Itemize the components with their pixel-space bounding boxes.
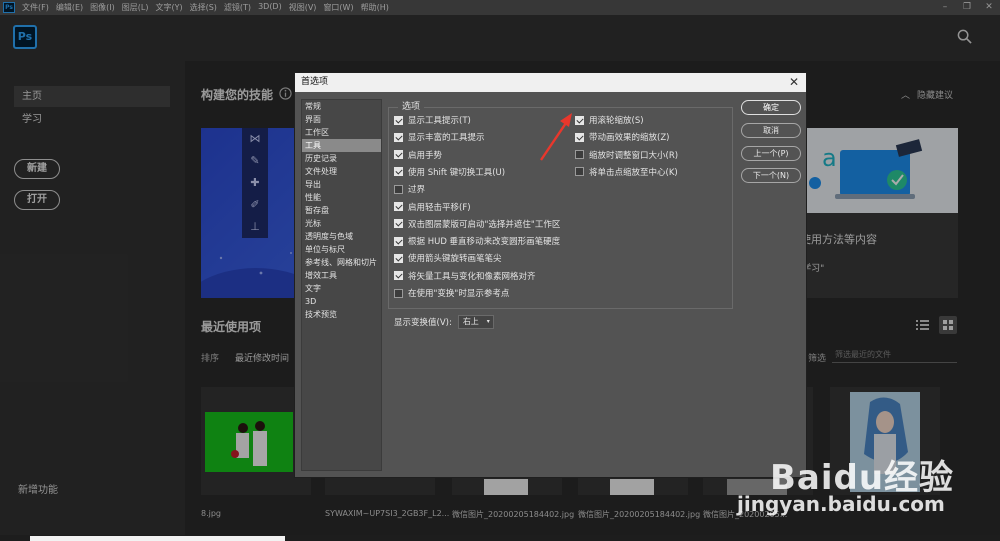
option-checkbox-row[interactable]: 使用箭头键旋转画笔笔尖 [394,252,502,264]
category-item[interactable]: 暂存盘 [302,204,381,217]
watermark-url: jingyan.baidu.com [737,492,945,516]
dialog-title: 首选项 [301,77,329,87]
option-checkbox-row[interactable]: 带动画效果的缩放(Z) [575,131,669,143]
dialog-titlebar: 首选项 ✕ [295,73,806,92]
checkbox-checked-icon[interactable] [575,132,584,142]
option-label: 带动画效果的缩放(Z) [589,133,670,144]
category-item[interactable]: 常规 [302,100,381,113]
option-label: 使用 Shift 键切换工具(U) [408,167,506,178]
option-label: 缩放时调整窗口大小(R) [589,150,679,161]
category-item[interactable]: 参考线、网格和切片 [302,256,381,269]
option-label: 显示工具提示(T) [408,116,471,126]
checkbox-unchecked-icon[interactable] [394,184,403,194]
category-item[interactable]: 工具 [302,139,381,152]
option-checkbox-row[interactable]: 使用 Shift 键切换工具(U) [394,166,505,178]
option-checkbox-row[interactable]: 用滚轮缩放(S) [575,114,644,126]
option-label: 用滚轮缩放(S) [589,116,644,126]
taskbar-item [30,536,285,541]
option-checkbox-row[interactable]: 根据 HUD 垂直移动来改变圆形画笔硬度 [394,235,560,247]
cancel-button[interactable]: 取消 [741,123,801,138]
category-item[interactable]: 技术预览 [302,308,381,321]
option-checkbox-row[interactable]: 启用轻击平移(F) [394,201,471,213]
category-item[interactable]: 历史记录 [302,152,381,165]
checkbox-checked-icon[interactable] [394,271,403,281]
option-label: 显示丰富的工具提示 [408,133,485,144]
category-item[interactable]: 界面 [302,113,381,126]
transform-value: 右上 [462,317,479,326]
checkbox-checked-icon[interactable] [394,167,403,177]
close-icon[interactable]: ✕ [789,73,799,92]
option-label: 在使用"变换"时显示参考点 [408,289,510,299]
baidu-watermark: Baidu经验 jingyan.baidu.com [725,440,985,525]
category-item[interactable]: 性能 [302,191,381,204]
photoshop-window: Ps 文件(F) 编辑(E) 图像(I) 图层(L) 文字(Y) 选择(S) 滤镜(T) 3D… [0,0,1000,541]
category-list: 常规 界面 工作区 工具 历史记录 文件处理 导出 性能 暂存盘 光标 透明度与色域 单位与标尺 参考线… [301,99,382,471]
checkbox-checked-icon[interactable] [394,202,403,211]
prev-button[interactable]: 上一个(P) [741,146,801,161]
option-label: 启用手势 [408,150,443,161]
option-label: 将矢量工具与变化和像素网格对齐 [408,271,536,282]
option-checkbox-row[interactable]: 过界 [394,183,425,195]
checkbox-unchecked-icon[interactable] [575,150,584,160]
category-item[interactable]: 文件处理 [302,165,381,178]
category-item[interactable]: 单位与标尺 [302,243,381,256]
option-checkbox-row[interactable]: 将单击点缩放至中心(K) [575,166,678,178]
checkbox-checked-icon[interactable] [394,236,403,246]
chevron-down-icon: ▾ [486,318,490,325]
next-button[interactable]: 下一个(N) [741,168,801,183]
checkbox-checked-icon[interactable] [394,253,403,263]
option-checkbox-row[interactable]: 显示丰富的工具提示 [394,131,485,143]
checkbox-unchecked-icon[interactable] [575,167,584,177]
option-checkbox-row[interactable]: 将矢量工具与变化和像素网格对齐 [394,270,536,282]
checkbox-unchecked-icon[interactable] [394,288,403,298]
category-item[interactable]: 透明度与色域 [302,230,381,243]
option-label: 根据 HUD 垂直移动来改变圆形画笔硬度 [408,237,561,248]
option-label: 将单击点缩放至中心(K) [589,167,678,178]
checkbox-checked-icon[interactable] [394,150,403,160]
checkbox-checked-icon[interactable] [575,115,584,125]
category-item[interactable]: 3D [302,295,381,308]
option-label: 过界 [408,185,426,196]
option-label: 使用箭头键旋转画笔笔尖 [408,254,502,265]
transform-values-row: 显示变换值(V): 右上 ▾ [394,315,494,329]
category-item[interactable]: 工作区 [302,126,381,139]
taskbar-strip [0,535,1000,541]
category-item[interactable]: 增效工具 [302,269,381,282]
preferences-dialog: 首选项 ✕ 常规 界面 工作区 工具 历史记录 文件处理 导出 性能 暂存盘 光标 透明度与色域 单位… [294,72,807,478]
category-item[interactable]: 导出 [302,178,381,191]
transform-values-select[interactable]: 右上 ▾ [457,315,494,329]
option-checkbox-row[interactable]: 启用手势 [394,149,442,161]
checkbox-checked-icon[interactable] [394,115,403,125]
option-checkbox-row[interactable]: 双击图层蒙版可启动"选择并遮住"工作区 [394,218,560,230]
category-item[interactable]: 光标 [302,217,381,230]
category-item[interactable]: 文字 [302,282,381,295]
ok-button[interactable]: 确定 [741,100,801,115]
option-label: 启用轻击平移(F) [408,202,471,213]
transform-label: 显示变换值(V): [394,318,452,328]
options-legend: 选项 [398,99,425,112]
checkbox-checked-icon[interactable] [394,132,403,142]
option-label: 双击图层蒙版可启动"选择并遮住"工作区 [408,219,561,230]
option-checkbox-row[interactable]: 显示工具提示(T) [394,114,471,126]
option-checkbox-row[interactable]: 缩放时调整窗口大小(R) [575,149,678,161]
option-checkbox-row[interactable]: 在使用"变换"时显示参考点 [394,287,509,299]
checkbox-checked-icon[interactable] [394,219,403,229]
